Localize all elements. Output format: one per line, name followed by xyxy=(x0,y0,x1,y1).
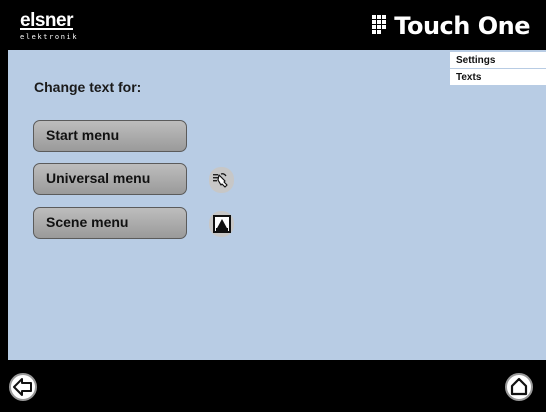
brand-name: elsner xyxy=(20,10,73,31)
breadcrumb-item-texts: Texts xyxy=(450,69,546,86)
scene-menu-button[interactable]: Scene menu xyxy=(33,207,187,239)
breadcrumb-item-settings: Settings xyxy=(450,52,546,69)
touch-grid-icon xyxy=(372,15,387,34)
bottom-bar xyxy=(0,360,546,412)
top-bar: elsner elektronik Touch One xyxy=(0,0,546,50)
page-title: Change text for: xyxy=(34,79,142,95)
start-menu-button[interactable]: Start menu xyxy=(33,120,187,152)
hand-pointer-icon xyxy=(209,167,234,193)
brand-logo: elsner elektronik xyxy=(20,10,79,42)
brand-subline: elektronik xyxy=(20,33,79,41)
universal-menu-button[interactable]: Universal menu xyxy=(33,163,187,195)
product-logo: Touch One xyxy=(372,12,530,40)
main-content: Settings Texts Change text for: Start me… xyxy=(8,50,546,360)
home-icon[interactable] xyxy=(504,372,534,402)
breadcrumb: Settings Texts xyxy=(450,52,546,86)
scene-icon xyxy=(209,211,234,237)
product-title: Touch One xyxy=(394,12,530,40)
back-arrow-icon[interactable] xyxy=(8,372,38,402)
touch-panel-screen: elsner elektronik Touch One Settings Tex… xyxy=(0,0,546,412)
